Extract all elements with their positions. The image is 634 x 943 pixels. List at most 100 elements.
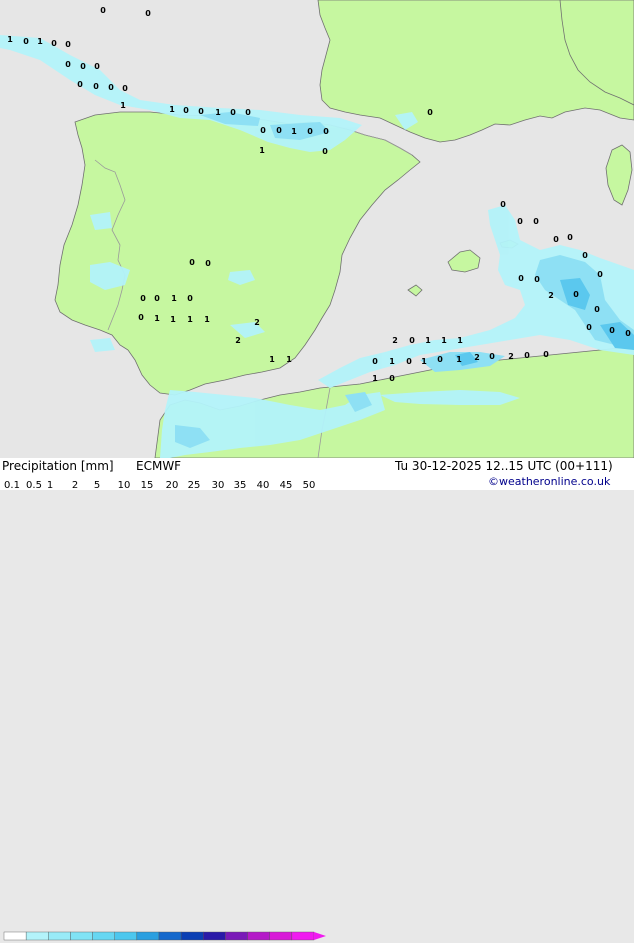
precip-value-label: 1 — [259, 146, 265, 155]
precip-value-label: 0 — [154, 294, 160, 303]
precip-value-label: 0 — [187, 294, 193, 303]
precip-value-label: 0 — [80, 62, 86, 71]
weather-map-view: 0010100000000011001000010010000000000020… — [0, 0, 634, 941]
precip-value-label: 0 — [534, 275, 540, 284]
legend-tick-label: 50 — [302, 480, 316, 491]
precip-value-label: 0 — [586, 323, 592, 332]
precip-value-label: 0 — [625, 329, 631, 338]
precip-value-label: 0 — [65, 60, 71, 69]
precip-value-label: 1 — [7, 35, 13, 44]
legend-tick-label: 10 — [117, 480, 131, 491]
colorbar-segment — [158, 931, 182, 941]
precip-value-label: 0 — [77, 80, 83, 89]
colorbar-segment — [203, 931, 226, 941]
precip-value-label: 1 — [441, 336, 447, 345]
precip-value-label: 0 — [437, 355, 443, 364]
legend-colorbar — [3, 931, 326, 941]
precip-value-label: 2 — [235, 336, 241, 345]
precip-value-label: 0 — [245, 108, 251, 117]
colorbar-segment — [70, 931, 93, 941]
precip-value-label: 0 — [518, 274, 524, 283]
legend-tick-label: 20 — [165, 480, 179, 491]
precip-value-label: 1 — [171, 294, 177, 303]
precip-value-label: 0 — [93, 82, 99, 91]
precip-value-label: 2 — [254, 318, 260, 327]
precip-value-label: 0 — [322, 147, 328, 156]
legend-tick-label: 15 — [140, 480, 154, 491]
precip-value-label: 1 — [291, 127, 297, 136]
precip-value-label: 0 — [573, 290, 579, 299]
precip-value-label: 2 — [474, 353, 480, 362]
precip-value-label: 1 — [37, 37, 43, 46]
precip-value-label: 0 — [567, 233, 573, 242]
precip-value-label: 0 — [406, 357, 412, 366]
legend-tick-label: 35 — [233, 480, 247, 491]
precip-value-label: 1 — [372, 374, 378, 383]
precip-value-label: 1 — [120, 101, 126, 110]
precip-value-label: 0 — [323, 127, 329, 136]
precip-value-label: 0 — [500, 200, 506, 209]
precip-value-label: 2 — [548, 291, 554, 300]
precip-value-label: 0 — [260, 126, 266, 135]
precip-value-label: 1 — [425, 336, 431, 345]
precip-value-label: 0 — [189, 258, 195, 267]
precip-value-label: 0 — [65, 40, 71, 49]
precipitation-map: 0 01 0 1 0 00 0 00 0 0 01 1 0 0 1 0 00 0 1 0 01 0000 00 0000 02 0… — [0, 0, 634, 458]
colorbar-segment — [225, 931, 248, 941]
precip-value-label: 0 — [533, 217, 539, 226]
precip-value-label: 0 — [100, 6, 106, 15]
precip-value-label: 0 — [230, 108, 236, 117]
precip-value-label: 0 — [23, 37, 29, 46]
legend-tick-label: 0.1 — [4, 480, 20, 491]
precip-value-label: 0 — [389, 374, 395, 383]
colorbar-arrow — [314, 932, 326, 940]
precip-value-label: 0 — [582, 251, 588, 260]
precip-value-label: 1 — [456, 355, 462, 364]
colorbar-segment — [114, 931, 138, 941]
precip-value-label: 0 — [122, 84, 128, 93]
model-name: ECMWF — [136, 459, 182, 473]
precip-value-label: 0 — [489, 352, 495, 361]
legend-tick-label: 45 — [279, 480, 293, 491]
precip-value-label: 0 — [609, 326, 615, 335]
precip-value-label: 0 — [427, 108, 433, 117]
colorbar-segment — [25, 931, 49, 941]
precip-value-label: 0 — [524, 351, 530, 360]
precip-value-label: 1 — [170, 315, 176, 324]
colorbar-segment — [269, 931, 293, 941]
precip-value-label: 1 — [187, 315, 193, 324]
precip-value-label: 1 — [215, 108, 221, 117]
colorbar-segment — [3, 931, 27, 941]
precip-value-label: 0 — [597, 270, 603, 279]
precip-value-label: 0 — [372, 357, 378, 366]
legend-tick-label: 0.5 — [26, 480, 42, 491]
colorbar-segment — [247, 931, 270, 941]
legend-tick-label: 1 — [46, 480, 54, 491]
precip-value-label: 1 — [421, 357, 427, 366]
legend-tick-label: 5 — [93, 480, 101, 491]
precip-value-label: 2 — [392, 336, 398, 345]
precip-value-label: 1 — [204, 315, 210, 324]
precip-value-label: 0 — [140, 294, 146, 303]
legend-tick-label: 2 — [71, 480, 79, 491]
legend-tick-label: 30 — [211, 480, 225, 491]
legend-tick-label: 40 — [256, 480, 270, 491]
precip-value-label: 0 — [409, 336, 415, 345]
precip-value-label: 0 — [138, 313, 144, 322]
precip-value-label: 0 — [145, 9, 151, 18]
precip-value-label: 1 — [169, 105, 175, 114]
precip-value-label: 1 — [269, 355, 275, 364]
precip-value-label: 0 — [517, 217, 523, 226]
precip-value-label: 0 — [276, 126, 282, 135]
precip-value-label: 1 — [457, 336, 463, 345]
legend-title: Precipitation [mm] — [2, 459, 114, 473]
valid-time: Tu 30-12-2025 12..15 UTC (00+111) — [395, 459, 613, 473]
colorbar-segment — [180, 931, 204, 941]
precip-value-label: 1 — [286, 355, 292, 364]
precip-value-label: 1 — [389, 357, 395, 366]
precip-value-label: 0 — [108, 83, 114, 92]
precip-value-label: 0 — [51, 39, 57, 48]
precip-value-label: 0 — [553, 235, 559, 244]
precip-value-label: 0 — [543, 350, 549, 359]
precip-value-label: 0 — [198, 107, 204, 116]
